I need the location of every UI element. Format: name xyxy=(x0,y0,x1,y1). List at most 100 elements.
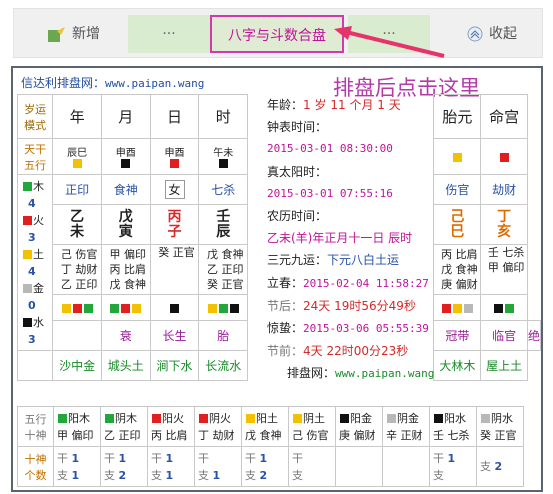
water-square xyxy=(121,159,131,168)
shishen-label: 己 伤官 xyxy=(292,428,329,442)
wuxing-square xyxy=(199,414,208,423)
count-cell-4: 干 1支 2 xyxy=(241,446,289,487)
site-footer-row: 排盘网：www.paipan.wang xyxy=(287,366,435,381)
zhi-label: 支 xyxy=(245,468,256,482)
zhi-count: 2 xyxy=(494,460,503,473)
col-minggong: 命宫 xyxy=(480,94,528,139)
gan-label: 干 xyxy=(104,451,115,465)
canggan-day: 癸 正官 xyxy=(149,244,200,295)
shishen-label: 癸 正官 xyxy=(480,428,517,442)
yinyang-label: 阳水 xyxy=(444,411,466,425)
nayin-day: 涧下水 xyxy=(149,350,200,381)
col-month: 月 xyxy=(100,94,151,139)
zhi-label: 支 xyxy=(57,468,68,482)
wuxing-shishen-label: 五行 十神 xyxy=(17,406,54,447)
canggan-month: 甲 偏印丙 比肩戊 食神 xyxy=(100,244,151,295)
wuxing-square xyxy=(481,414,490,423)
shishen-ming: 劫财 xyxy=(480,174,528,205)
collapse-button[interactable]: 收起 xyxy=(452,15,532,53)
shishen-label: 辛 正财 xyxy=(386,428,423,442)
jieqi-before-row: 节前：4天 22时00分23秒 xyxy=(267,344,409,359)
collapse-label: 收起 xyxy=(489,26,517,42)
gan-label: 干 xyxy=(292,451,303,465)
ganzhi-year: 乙未 xyxy=(52,204,102,245)
count-cell-5: 干 支 xyxy=(288,446,336,487)
wuxing-square xyxy=(246,414,255,423)
wuxing-square xyxy=(58,414,67,423)
yinyang-label: 阴土 xyxy=(303,411,325,425)
add-label: 新增 xyxy=(72,26,100,42)
squares-day xyxy=(149,294,200,321)
gan-label: 干 xyxy=(57,451,68,465)
wuxing-month-text: 申酉 xyxy=(115,147,136,159)
nayin-month: 城头土 xyxy=(100,350,151,381)
yinyang-label: 阴金 xyxy=(397,411,419,425)
gan-label: 干 xyxy=(198,451,209,465)
shishen-count-label: 十神 个数 xyxy=(17,446,54,487)
wuxing-square xyxy=(105,414,114,423)
shishen-cell-2: 阳火丙 比肩 xyxy=(147,406,195,447)
squares-hour xyxy=(198,294,249,321)
shishen-cell-1: 阴木乙 正印 xyxy=(100,406,148,447)
yinyang-label: 阳木 xyxy=(68,411,90,425)
changsheng-year: 衰 xyxy=(100,320,151,351)
shishen-month: 食神 xyxy=(100,174,151,205)
solar-time: 2015-03-01 07:55:16 xyxy=(267,186,393,200)
count-cell-9: 支 2 xyxy=(476,446,524,487)
more-button-1[interactable]: ··· xyxy=(128,15,210,53)
wuxing-year: 辰巳 xyxy=(52,138,102,175)
shishen-hour: 七杀 xyxy=(198,174,249,205)
gan-label: 干 xyxy=(151,451,162,465)
squares-year xyxy=(52,294,102,321)
zhi-label: 支 xyxy=(198,468,209,482)
yinyang-label: 阴火 xyxy=(209,411,231,425)
wuxing-day: 申酉 xyxy=(149,138,200,175)
clock-label: 钟表时间： xyxy=(267,120,328,135)
squares-month xyxy=(100,294,151,321)
toolbar: 新增 ··· 八字与斗数合盘 ··· 收起 xyxy=(13,8,543,58)
nayin-year: 沙中金 xyxy=(52,350,102,381)
shishen-cell-9: 阴水癸 正官 xyxy=(476,406,524,447)
zhi-label: 支 xyxy=(433,468,444,482)
site-label: 信达利排盘网： xyxy=(21,76,106,90)
col-hour: 时 xyxy=(198,94,249,139)
shishen-summary-table: 五行 十神 阳木甲 偏印 阴木乙 正印 阳火丙 比肩 阴火丁 劫财 阳土戊 食神 阴土己 伤… xyxy=(17,406,524,487)
count-cell-8: 干 1支 xyxy=(429,446,477,487)
site-url[interactable]: www.paipan.wang xyxy=(105,77,204,90)
add-button[interactable]: 新增 xyxy=(34,15,114,53)
zhi-label: 支 xyxy=(104,468,115,482)
tiangan-wuxing-label: 天干 五行 xyxy=(16,138,54,175)
count-wood: 木4 xyxy=(22,178,52,212)
wuxing-hour: 午未 xyxy=(198,138,249,175)
earth-square xyxy=(452,152,462,162)
bazi-ziwei-combine-button[interactable]: 八字与斗数合盘 xyxy=(210,15,344,53)
shishen-label: 庚 偏财 xyxy=(339,428,376,442)
gan-count: 1 xyxy=(259,451,268,465)
earth-square xyxy=(72,159,82,168)
shishen-label: 乙 正印 xyxy=(104,428,141,442)
gan-count: 1 xyxy=(118,451,127,465)
dayun-mode-label[interactable]: 岁运 模式 xyxy=(16,94,54,139)
wuxing-square xyxy=(387,414,396,423)
squares-ming xyxy=(480,294,528,321)
age-row: 年龄：1 岁 11 个月 1 天 xyxy=(267,98,401,112)
col-day: 日 xyxy=(149,94,200,139)
ganzhi-day: 丙子 xyxy=(149,204,200,245)
count-earth: 土4 xyxy=(22,246,52,280)
gan-count: 1 xyxy=(165,451,174,465)
solar-label: 真太阳时： xyxy=(267,164,328,179)
canggan-year: 己 伤官丁 劫财乙 正印 xyxy=(52,244,102,295)
combine-label: 八字与斗数合盘 xyxy=(228,28,326,44)
wuxing-day-text: 申酉 xyxy=(164,147,185,159)
add-icon xyxy=(48,27,65,42)
count-cell-1: 干 1支 2 xyxy=(100,446,148,487)
count-cell-3: 干 支 1 xyxy=(194,446,242,487)
ganzhi-ming: 丁亥 xyxy=(480,204,528,245)
changsheng-ming: 绝 xyxy=(526,320,542,351)
yinyang-label: 阳金 xyxy=(350,411,372,425)
count-fire: 火3 xyxy=(22,212,52,246)
yun-row: 三元九运：下元八白土运 xyxy=(267,253,400,268)
ganzhi-hour: 壬辰 xyxy=(198,204,249,245)
clock-time: 2015-03-01 08:30:00 xyxy=(267,142,393,156)
dots-label-1: ··· xyxy=(162,26,176,42)
